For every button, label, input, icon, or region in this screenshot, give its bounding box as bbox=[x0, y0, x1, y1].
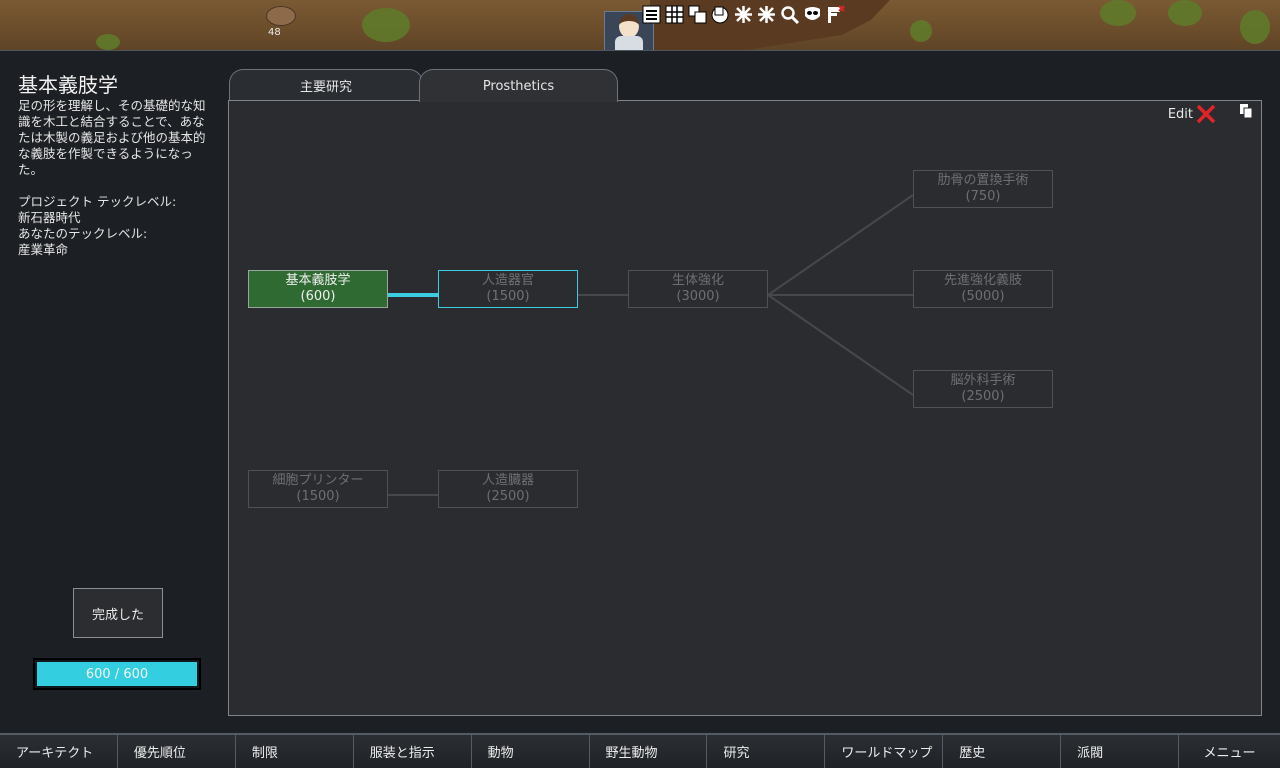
node-name: 先進強化義肢 bbox=[943, 273, 1022, 288]
node-cost: (600) bbox=[300, 289, 336, 304]
node-name: 人造器官 bbox=[481, 273, 534, 288]
node-name: 脳外科手術 bbox=[950, 373, 1016, 388]
node-cost: (1500) bbox=[486, 289, 530, 304]
stone-chunk-icon[interactable] bbox=[266, 6, 296, 26]
tech-level-info: プロジェクト テックレベル: 新石器時代 あなたのテックレベル: 産業革命 bbox=[18, 194, 218, 258]
research-node-bionic-organs[interactable]: 人造器官 (1500) bbox=[438, 270, 578, 308]
bottom-button-architect[interactable]: アーキテクト bbox=[0, 735, 118, 768]
research-window: 基本義肢学 足の形を理解し、その基礎的な知識を木工と結合することで、あなたは木製… bbox=[0, 50, 1280, 733]
bottom-button-menu[interactable]: メニュー bbox=[1179, 735, 1280, 768]
node-name: 基本義肢学 bbox=[285, 273, 351, 288]
bottom-button-assign[interactable]: 服装と指示 bbox=[353, 735, 472, 768]
bottom-button-work[interactable]: 優先順位 bbox=[117, 735, 236, 768]
world-toolbar bbox=[641, 4, 846, 26]
bottom-button-factions[interactable]: 派閥 bbox=[1061, 735, 1180, 768]
bush bbox=[910, 20, 932, 42]
research-node-basic-prosthetics[interactable]: 基本義肢学 (600) bbox=[248, 270, 388, 308]
areas-icon[interactable] bbox=[710, 4, 731, 25]
tree-links bbox=[388, 194, 914, 496]
project-tech-label: プロジェクト テックレベル: bbox=[18, 194, 177, 209]
bottom-button-research[interactable]: 研究 bbox=[707, 735, 826, 768]
bush bbox=[1168, 0, 1202, 26]
bottom-button-wildlife[interactable]: 野生動物 bbox=[589, 735, 708, 768]
colonist-head bbox=[619, 14, 639, 38]
bottom-button-history[interactable]: 歴史 bbox=[943, 735, 1062, 768]
node-cost: (5000) bbox=[961, 289, 1005, 304]
bush bbox=[96, 34, 120, 50]
research-node-bio-augmentation[interactable]: 生体強化 (3000) bbox=[628, 270, 768, 308]
node-cost: (2500) bbox=[961, 389, 1005, 404]
your-tech-label: あなたのテックレベル: bbox=[18, 226, 148, 241]
node-cost: (1500) bbox=[296, 489, 340, 504]
node-name: 肋骨の置換手術 bbox=[937, 173, 1029, 188]
research-node-rib-replacement[interactable]: 肋骨の置換手術 (750) bbox=[913, 170, 1053, 208]
schedule-icon[interactable] bbox=[664, 4, 685, 25]
bottom-button-animals[interactable]: 動物 bbox=[471, 735, 590, 768]
tab-main-research[interactable]: 主要研究 bbox=[229, 69, 423, 101]
bush bbox=[1100, 0, 1136, 26]
zone-icon[interactable] bbox=[756, 4, 777, 25]
bush bbox=[1240, 10, 1270, 44]
stone-chunk-count: 48 bbox=[268, 27, 281, 38]
bottom-button-restrict[interactable]: 制限 bbox=[235, 735, 354, 768]
node-cost: (750) bbox=[965, 189, 1001, 204]
main-button-bar: アーキテクト 優先順位 制限 服装と指示 動物 野生動物 研究 ワールドマップ … bbox=[0, 733, 1280, 768]
research-node-brain-surgery[interactable]: 脳外科手術 (2500) bbox=[913, 370, 1053, 408]
research-progress-bar: 600 / 600 bbox=[33, 658, 201, 690]
tab-prosthetics[interactable]: Prosthetics bbox=[419, 69, 618, 102]
research-node-advanced-prosthetics[interactable]: 先進強化義肢 (5000) bbox=[913, 270, 1053, 308]
your-tech-value: 産業革命 bbox=[18, 242, 69, 257]
node-name: 細胞プリンター bbox=[272, 473, 364, 488]
research-progress-text: 600 / 600 bbox=[85, 666, 149, 682]
research-node-cell-printer[interactable]: 細胞プリンター (1500) bbox=[248, 470, 388, 508]
restrict-icon[interactable] bbox=[733, 4, 754, 25]
research-node-artificial-organs[interactable]: 人造臓器 (2500) bbox=[438, 470, 578, 508]
link-augment-to-rib bbox=[767, 194, 914, 296]
node-name: 人造臓器 bbox=[481, 473, 534, 488]
link-augment-to-brain bbox=[767, 294, 914, 396]
project-tech-value: 新石器時代 bbox=[18, 210, 81, 225]
completed-button[interactable]: 完成した bbox=[73, 588, 163, 638]
world-view[interactable]: 48 bbox=[0, 0, 1280, 50]
research-tree-panel: Edit 基本義肢学 (600) 人造器官 (1500) 生体強化 (3000)… bbox=[228, 100, 1262, 716]
bush bbox=[362, 8, 410, 42]
flag-icon[interactable] bbox=[825, 4, 846, 25]
node-cost: (3000) bbox=[676, 289, 720, 304]
node-cost: (2500) bbox=[486, 489, 530, 504]
colonist-body bbox=[615, 36, 643, 50]
bottom-button-world[interactable]: ワールドマップ bbox=[825, 735, 944, 768]
search-icon[interactable] bbox=[779, 4, 800, 25]
research-description: 足の形を理解し、その基礎的な知識を木工と結合することで、あなたは木製の義足および… bbox=[18, 98, 206, 177]
assign-icon[interactable] bbox=[687, 4, 708, 25]
work-list-icon[interactable] bbox=[641, 4, 662, 25]
node-name: 生体強化 bbox=[671, 273, 724, 288]
research-title: 基本義肢学 bbox=[18, 73, 118, 97]
faction-icon[interactable] bbox=[802, 4, 823, 25]
